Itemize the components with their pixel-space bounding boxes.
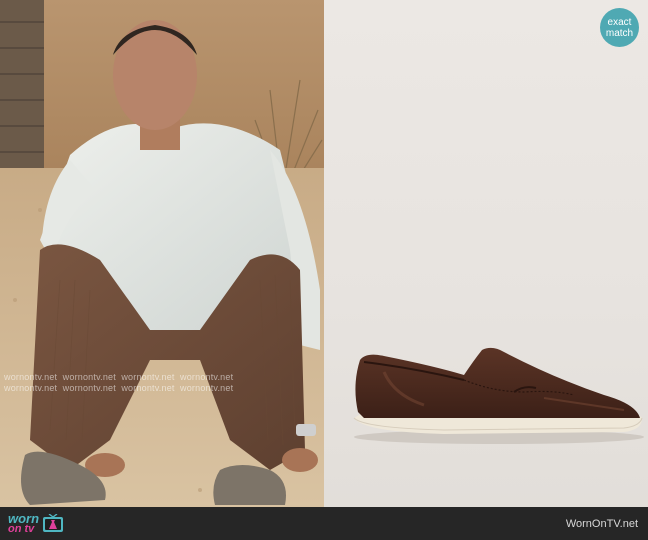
loafer-illustration [353, 347, 644, 444]
watermark-text: wornontv.net [121, 372, 175, 382]
footer-bar: worn on tv WornOnTV.net [0, 507, 648, 540]
product-photo[interactable]: exact match [324, 0, 648, 507]
episode-still: wornontv.net wornontv.net wornontv.net w… [0, 0, 324, 507]
badge-line-2: match [605, 27, 634, 39]
watermark-text: wornontv.net [121, 383, 175, 393]
badge-line-1: exact [607, 16, 632, 28]
logo-wordmark: worn on tv [8, 510, 40, 535]
logo-worn-text: worn [8, 510, 40, 526]
tv-dress-icon [43, 513, 64, 532]
watermark-row-2: wornontv.net wornontv.net wornontv.net w… [4, 383, 233, 393]
watermark-text: wornontv.net [4, 372, 58, 382]
image-collage: wornontv.net wornontv.net wornontv.net w… [0, 0, 648, 507]
logo-on-tv-text: on tv [8, 522, 35, 535]
site-logo[interactable]: worn on tv [8, 510, 64, 535]
exact-match-badge: exact match [600, 8, 639, 47]
watermark-row-1: wornontv.net wornontv.net wornontv.net w… [4, 372, 233, 382]
watermark-text: wornontv.net [62, 372, 116, 382]
site-url[interactable]: WornOnTV.net [566, 518, 638, 530]
watermark-text: wornontv.net [62, 383, 116, 393]
watermark-text: wornontv.net [4, 383, 58, 393]
watermark-text: wornontv.net [180, 383, 234, 393]
watermark-text: wornontv.net [180, 372, 234, 382]
episode-still-illustration [0, 0, 324, 507]
